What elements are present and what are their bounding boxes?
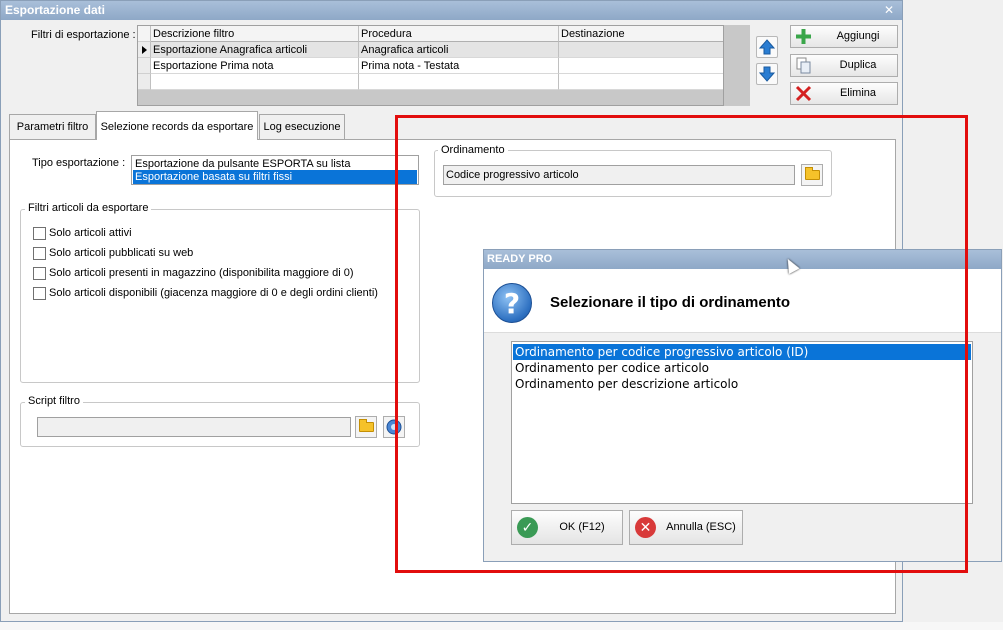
ordinamento-dialog: READY PRO ? Selezionare il tipo di ordin… xyxy=(483,249,1002,562)
column-header[interactable]: Procedura xyxy=(359,26,559,42)
folder-icon xyxy=(805,167,820,180)
table-row[interactable]: Esportazione Prima nota Prima nota - Tes… xyxy=(138,58,723,74)
filters-grid[interactable]: Descrizione filtro Procedura Destinazion… xyxy=(137,25,724,106)
tab-parametri-filtro[interactable]: Parametri filtro xyxy=(9,114,96,139)
duplicate-button[interactable]: Duplica xyxy=(790,54,898,77)
plus-icon xyxy=(796,29,811,44)
checkbox[interactable] xyxy=(33,287,46,300)
group-title: Script filtro xyxy=(25,395,83,407)
move-up-button[interactable] xyxy=(756,36,778,58)
grid-empty-area xyxy=(138,90,723,105)
cancel-x-icon: ✕ xyxy=(635,517,656,538)
ordinamento-group: Ordinamento Codice progressivo articolo xyxy=(434,144,832,197)
filters-label: Filtri di esportazione : xyxy=(31,29,136,41)
list-item[interactable]: Ordinamento per codice articolo xyxy=(513,360,971,376)
table-cell[interactable]: Anagrafica articoli xyxy=(359,42,559,58)
globe-icon xyxy=(386,419,402,435)
checkbox[interactable] xyxy=(33,227,46,240)
tipo-esportazione-list[interactable]: Esportazione da pulsante ESPORTA su list… xyxy=(131,155,419,185)
list-item-selected[interactable]: Esportazione basata su filtri fissi xyxy=(133,170,417,184)
script-filtro-group: Script filtro xyxy=(20,395,420,447)
arrow-up-icon xyxy=(758,39,776,55)
tab-log-esecuzione[interactable]: Log esecuzione xyxy=(259,114,345,139)
table-cell[interactable]: Esportazione Prima nota xyxy=(151,58,359,74)
delete-x-icon xyxy=(795,85,812,102)
check-icon: ✓ xyxy=(517,517,538,538)
window-title: Esportazione dati xyxy=(1,1,902,20)
ordinamento-field[interactable]: Codice progressivo articolo xyxy=(443,165,795,185)
table-cell[interactable]: Esportazione Anagrafica articoli xyxy=(151,42,359,58)
current-row-indicator xyxy=(138,42,151,58)
ok-button[interactable]: ✓ OK (F12) xyxy=(511,510,623,545)
cancel-button[interactable]: ✕ Annulla (ESC) xyxy=(629,510,743,545)
group-title: Ordinamento xyxy=(438,144,508,156)
delete-button[interactable]: Elimina xyxy=(790,82,898,105)
move-down-button[interactable] xyxy=(756,63,778,85)
list-item[interactable]: Esportazione da pulsante ESPORTA su list… xyxy=(133,157,417,171)
tab-selezione-records[interactable]: Selezione records da esportare xyxy=(96,111,258,140)
add-button[interactable]: Aggiungi xyxy=(790,25,898,48)
script-filtro-input[interactable] xyxy=(37,417,351,437)
copy-icon xyxy=(796,57,811,74)
checkbox[interactable] xyxy=(33,267,46,280)
arrow-down-icon xyxy=(758,66,776,82)
table-cell[interactable] xyxy=(559,42,723,58)
close-icon[interactable]: ✕ xyxy=(882,1,896,20)
list-item[interactable]: Ordinamento per descrizione articolo xyxy=(513,376,971,392)
column-header[interactable]: Descrizione filtro xyxy=(151,26,359,42)
browse-script-button[interactable] xyxy=(355,416,377,438)
ordinamento-options-list[interactable]: Ordinamento per codice progressivo artic… xyxy=(511,341,973,504)
background-bottom xyxy=(0,622,1003,630)
grid-header: Descrizione filtro Procedura Destinazion… xyxy=(138,26,723,42)
group-title: Filtri articoli da esportare xyxy=(25,202,152,214)
tipo-esportazione-label: Tipo esportazione : xyxy=(32,157,126,169)
checkbox[interactable] xyxy=(33,247,46,260)
table-row-empty[interactable] xyxy=(138,74,723,90)
filtri-articoli-group: Filtri articoli da esportare Solo artico… xyxy=(20,202,420,383)
folder-icon xyxy=(359,419,374,432)
dialog-heading: Selezionare il tipo di ordinamento xyxy=(550,294,791,311)
dialog-header: ? Selezionare il tipo di ordinamento xyxy=(484,269,1001,333)
table-cell[interactable]: Prima nota - Testata xyxy=(359,58,559,74)
question-icon: ? xyxy=(492,283,532,323)
dialog-title: READY PRO xyxy=(484,250,1001,269)
script-info-button[interactable] xyxy=(383,416,405,438)
ordinamento-browse-button[interactable] xyxy=(801,164,823,186)
list-item-selected[interactable]: Ordinamento per codice progressivo artic… xyxy=(513,344,971,360)
column-header[interactable]: Destinazione xyxy=(559,26,723,42)
table-row[interactable]: Esportazione Anagrafica articoli Anagraf… xyxy=(138,42,723,58)
table-cell[interactable] xyxy=(559,58,723,74)
